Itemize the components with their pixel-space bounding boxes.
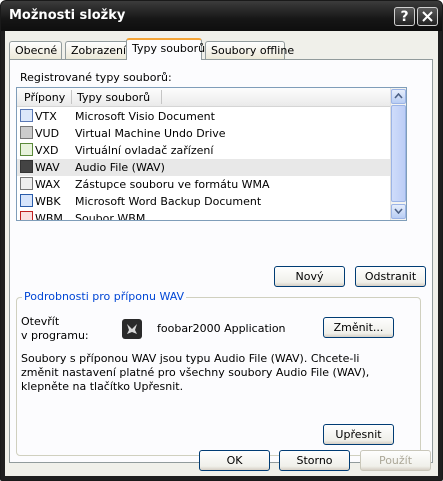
type-cell: Microsoft Visio Document <box>75 110 215 123</box>
list-item-selected[interactable]: WAV Audio File (WAV) <box>17 159 390 176</box>
list-item[interactable]: WBM Soubor WBM <box>17 210 390 221</box>
visio-icon <box>20 109 33 122</box>
extension-cell: VXD <box>35 144 59 157</box>
details-description: Soubory s příponou WAV jsou typu Audio F… <box>21 352 370 393</box>
list-item[interactable]: VTX Microsoft Visio Document <box>17 108 390 125</box>
type-cell: Soubor WBM <box>75 212 146 221</box>
word-icon <box>20 194 33 207</box>
help-button[interactable]: ? <box>394 7 415 26</box>
extension-cell: WAV <box>35 161 60 174</box>
delete-button[interactable]: Odstranit <box>355 266 426 287</box>
type-cell: Zástupce souboru ve formátu WMA <box>75 178 270 191</box>
foobar-app-icon <box>122 319 142 339</box>
cancel-button[interactable]: Storno <box>279 450 350 471</box>
scroll-thumb[interactable] <box>391 105 406 202</box>
apply-button[interactable]: Použít <box>360 450 431 471</box>
change-button[interactable]: Změnit... <box>323 317 394 338</box>
scroll-up-button[interactable] <box>391 89 406 104</box>
registered-types-label: Registrované typy souborů: <box>20 71 172 84</box>
file-icon <box>20 211 33 220</box>
details-title: Podrobnosti pro příponu WAV <box>22 290 187 303</box>
new-button[interactable]: Nový <box>274 266 345 287</box>
extension-cell: VUD <box>35 127 60 140</box>
type-cell: Audio File (WAV) <box>75 161 165 174</box>
media-icon <box>20 177 33 190</box>
type-cell: Microsoft Word Backup Document <box>75 195 262 208</box>
extension-cell: VTX <box>35 110 57 123</box>
foobar-icon <box>20 160 33 173</box>
details-groupbox: Podrobnosti pro příponu WAV Otevřít v pr… <box>16 290 421 456</box>
file-types-panel: Registrované typy souborů: Přípony Typy … <box>9 59 433 463</box>
column-header-extensions[interactable]: Přípony <box>24 91 65 104</box>
tab-file-types[interactable]: Typy souborů <box>126 38 205 60</box>
tab-view[interactable]: Zobrazení <box>65 41 128 59</box>
chevron-down-icon <box>394 208 403 215</box>
chevron-up-icon <box>394 92 403 99</box>
close-button[interactable] <box>417 7 438 26</box>
folder-options-window: Možnosti složky ? Obecné Zobrazení Typy … <box>0 0 443 481</box>
list-item[interactable]: VXD Virtuální ovladač zařízení <box>17 142 390 159</box>
app-name: foobar2000 Application <box>157 322 286 335</box>
column-separator <box>161 90 162 104</box>
opens-with-label-line1: Otevřít <box>21 315 60 328</box>
opens-with-label-line2: v programu: <box>21 329 89 342</box>
vm-icon <box>20 126 33 139</box>
file-types-list[interactable]: Přípony Typy souborů VTX Microsoft Visio… <box>16 87 407 221</box>
list-scrollbar[interactable] <box>390 88 406 220</box>
scroll-down-button[interactable] <box>391 204 406 219</box>
advanced-button[interactable]: Upřesnit <box>323 424 394 445</box>
close-icon <box>422 11 433 22</box>
extension-cell: WBM <box>35 212 63 221</box>
extension-cell: WAX <box>35 178 61 191</box>
list-item[interactable]: WAX Zástupce souboru ve formátu WMA <box>17 176 390 193</box>
driver-icon <box>20 143 33 156</box>
type-cell: Virtuální ovladač zařízení <box>75 144 214 157</box>
type-cell: Virtual Machine Undo Drive <box>75 127 226 140</box>
list-header: Přípony Typy souborů <box>17 88 390 107</box>
title-bar[interactable]: Možnosti složky ? <box>1 1 442 31</box>
tab-offline-files[interactable]: Soubory offline <box>205 41 294 59</box>
ok-button[interactable]: OK <box>199 450 270 471</box>
window-title: Možnosti složky <box>9 8 126 23</box>
tab-general[interactable]: Obecné <box>9 41 62 59</box>
column-header-file-types[interactable]: Typy souborů <box>77 91 150 104</box>
list-item[interactable]: WBK Microsoft Word Backup Document <box>17 193 390 210</box>
dialog-body: Obecné Zobrazení Typy souborů Soubory of… <box>5 31 438 476</box>
list-item[interactable]: VUD Virtual Machine Undo Drive <box>17 125 390 142</box>
extension-cell: WBK <box>35 195 61 208</box>
column-separator <box>71 90 72 104</box>
